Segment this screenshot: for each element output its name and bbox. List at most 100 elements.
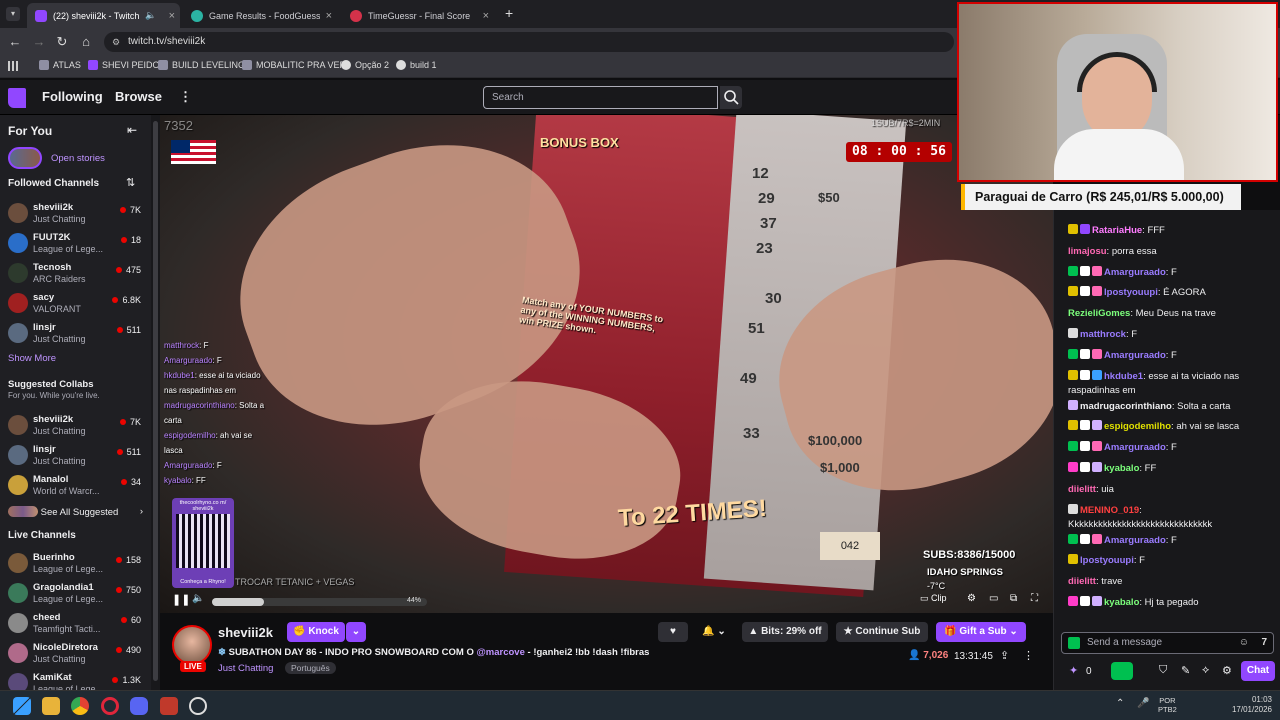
sort-icon[interactable]: ⇅ bbox=[126, 176, 135, 189]
tray-chevron-icon[interactable]: ⌃ bbox=[1116, 698, 1124, 709]
chat-username[interactable]: diielitt bbox=[1068, 576, 1096, 587]
bookmark-shevi-peido[interactable]: SHEVI PEIDO bbox=[88, 60, 160, 70]
url-field[interactable]: ⚙ twitch.tv/sheviii2k bbox=[104, 32, 954, 52]
sidebar-channel-item[interactable]: Manalol World of Warcr... 34 bbox=[8, 472, 145, 500]
chat-badge-icon[interactable] bbox=[1068, 420, 1078, 431]
chat-badge-icon[interactable] bbox=[1068, 596, 1078, 606]
bookmark-opcao-2[interactable]: Opção 2 bbox=[341, 60, 389, 70]
chat-badge-icon[interactable] bbox=[1068, 286, 1078, 297]
channel-avatar[interactable] bbox=[172, 625, 212, 665]
chat-badge-icon[interactable] bbox=[1080, 286, 1090, 297]
channel-points-icon[interactable]: ✦ bbox=[1069, 664, 1078, 677]
video-player[interactable]: 7352 1SUB/7R$=2MIN 08 : 00 : 56 BONUS BO… bbox=[160, 115, 1053, 613]
chat-badge-icon[interactable] bbox=[1068, 441, 1078, 452]
close-tab-icon[interactable]: × bbox=[483, 10, 489, 22]
chat-username[interactable]: lpostyouupi bbox=[1080, 555, 1134, 566]
chat-username[interactable]: diielitt bbox=[1068, 484, 1096, 495]
bookmark-mobalitic[interactable]: MOBALITIC PRA VER bbox=[242, 60, 346, 70]
chat-badge-icon[interactable] bbox=[1092, 369, 1102, 380]
share-icon[interactable]: ⇪ bbox=[1000, 649, 1009, 662]
pip-icon[interactable]: ⧉ bbox=[1010, 593, 1017, 607]
chat-badge-icon[interactable] bbox=[1068, 369, 1078, 380]
chat-badge-icon[interactable] bbox=[1092, 265, 1102, 276]
collapse-sidebar-icon[interactable]: ⇤ bbox=[127, 123, 137, 137]
new-tab-icon[interactable]: + bbox=[505, 5, 513, 21]
bookmark-build-leveling[interactable]: BUILD LEVELING bbox=[158, 60, 245, 70]
reload-icon[interactable]: ↻ bbox=[54, 34, 70, 50]
channel-name[interactable]: sheviii2k bbox=[218, 625, 273, 640]
chat-input[interactable]: Send a message ☺ 7 bbox=[1061, 632, 1274, 654]
scrollbar-thumb[interactable] bbox=[153, 121, 158, 681]
chat-badge-icon[interactable] bbox=[1092, 348, 1102, 359]
clock[interactable]: 01:03 17/01/2026 bbox=[1222, 695, 1272, 715]
sidebar-channel-item[interactable]: Tecnosh ARC Raiders 475 bbox=[8, 260, 145, 288]
home-icon[interactable]: ⌂ bbox=[78, 34, 94, 50]
ext-icon[interactable]: ⟡ bbox=[1202, 664, 1209, 677]
bookmark-atlas[interactable]: ATLAS bbox=[39, 60, 81, 70]
volume-slider[interactable]: 44% bbox=[212, 597, 427, 606]
close-tab-icon[interactable]: × bbox=[326, 10, 332, 22]
chat-username[interactable]: Amarguraado bbox=[1104, 267, 1166, 278]
chat-badge-icon[interactable] bbox=[1080, 462, 1090, 472]
follow-heart-button[interactable]: ♥ bbox=[658, 622, 688, 642]
search-button[interactable] bbox=[720, 86, 742, 109]
chat-username[interactable]: Amarguraado bbox=[1104, 350, 1166, 361]
knock-button[interactable]: ✊ Knock bbox=[287, 622, 345, 642]
chat-username[interactable]: hkdube1 bbox=[1104, 371, 1143, 382]
chat-badge-icon[interactable] bbox=[1092, 462, 1102, 472]
chat-badge-icon[interactable] bbox=[1080, 533, 1090, 544]
tab-twitch[interactable]: (22) sheviii2k - Twitch 🔈 × bbox=[27, 3, 180, 28]
chat-badge-icon[interactable] bbox=[1068, 348, 1078, 359]
sidebar-channel-item[interactable]: sheviii2k Just Chatting 7K bbox=[8, 412, 145, 440]
nav-browse[interactable]: Browse bbox=[115, 89, 162, 104]
bookmark-build-1[interactable]: build 1 bbox=[396, 60, 437, 70]
file-explorer-icon[interactable] bbox=[42, 697, 60, 715]
chat-badge-icon[interactable] bbox=[1068, 399, 1078, 410]
shield-icon[interactable]: ⛉ bbox=[1159, 664, 1167, 677]
chat-username[interactable]: RatariaHue bbox=[1092, 225, 1142, 236]
emote-icon[interactable]: ☺ bbox=[1239, 633, 1249, 653]
sidebar-channel-item[interactable]: Gragolandia1 League of Lege... 750 bbox=[8, 580, 145, 608]
sidebar-channel-item[interactable]: cheed Teamfight Tacti... 60 bbox=[8, 610, 145, 638]
gift-sub-button[interactable]: 🎁 Gift a Sub ⌄ bbox=[936, 622, 1026, 642]
chat-username[interactable]: kyabalo bbox=[1104, 597, 1139, 608]
show-more-link[interactable]: Show More bbox=[8, 353, 56, 364]
knock-dropdown[interactable]: ⌄ bbox=[346, 622, 366, 642]
7tv-icon[interactable]: 7 bbox=[1261, 633, 1267, 653]
open-stories-link[interactable]: Open stories bbox=[51, 153, 105, 164]
chat-badge-icon[interactable] bbox=[1068, 503, 1078, 514]
language-tag[interactable]: Português bbox=[285, 662, 336, 674]
chat-badge-icon[interactable] bbox=[1068, 554, 1078, 565]
stream-title-mention[interactable]: @marcove bbox=[477, 647, 525, 658]
windows-start-icon[interactable] bbox=[13, 697, 31, 715]
pause-icon[interactable]: ❚❚ bbox=[172, 593, 190, 607]
sidebar-channel-item[interactable]: sacy VALORANT 6.8K bbox=[8, 290, 145, 318]
theatre-mode-icon[interactable]: ▭ bbox=[989, 593, 998, 607]
chat-badge-icon[interactable] bbox=[1080, 348, 1090, 359]
obs-icon[interactable] bbox=[189, 697, 207, 715]
chat-badge-icon[interactable] bbox=[1092, 441, 1102, 452]
chat-badge-icon[interactable] bbox=[1092, 420, 1102, 431]
settings-gear-icon[interactable]: ⚙ bbox=[967, 593, 976, 607]
fullscreen-icon[interactable]: ⛶ bbox=[1031, 593, 1038, 607]
continue-sub-button[interactable]: ★ Continue Sub bbox=[836, 622, 928, 642]
chrome-icon[interactable] bbox=[71, 697, 89, 715]
language-indicator[interactable]: POR PTB2 bbox=[1158, 696, 1177, 714]
nav-following[interactable]: Following bbox=[42, 89, 103, 104]
chat-badge-icon[interactable] bbox=[1080, 420, 1090, 431]
forward-arrow-icon[interactable]: → bbox=[31, 34, 47, 50]
notifications-button[interactable]: 🔔 ⌄ bbox=[696, 622, 732, 642]
chat-username[interactable]: lpostyouupi bbox=[1104, 287, 1158, 298]
close-tab-icon[interactable]: × bbox=[169, 10, 175, 22]
chat-username[interactable]: matthrock bbox=[1080, 329, 1126, 340]
chat-username[interactable]: madrugacorinthiano bbox=[1080, 401, 1172, 412]
see-all-suggested-link[interactable]: See All Suggested › bbox=[8, 506, 143, 518]
chat-username[interactable]: RezieliGomes bbox=[1068, 308, 1130, 319]
opera-icon[interactable] bbox=[101, 697, 119, 715]
chat-badge-icon[interactable] bbox=[1092, 596, 1102, 606]
app-icon[interactable] bbox=[160, 697, 178, 715]
chat-username[interactable]: Amarguraado bbox=[1104, 535, 1166, 546]
chat-badge-icon[interactable] bbox=[1068, 224, 1078, 234]
back-arrow-icon[interactable]: ← bbox=[7, 34, 23, 50]
sidebar-scrollbar[interactable] bbox=[151, 115, 160, 690]
